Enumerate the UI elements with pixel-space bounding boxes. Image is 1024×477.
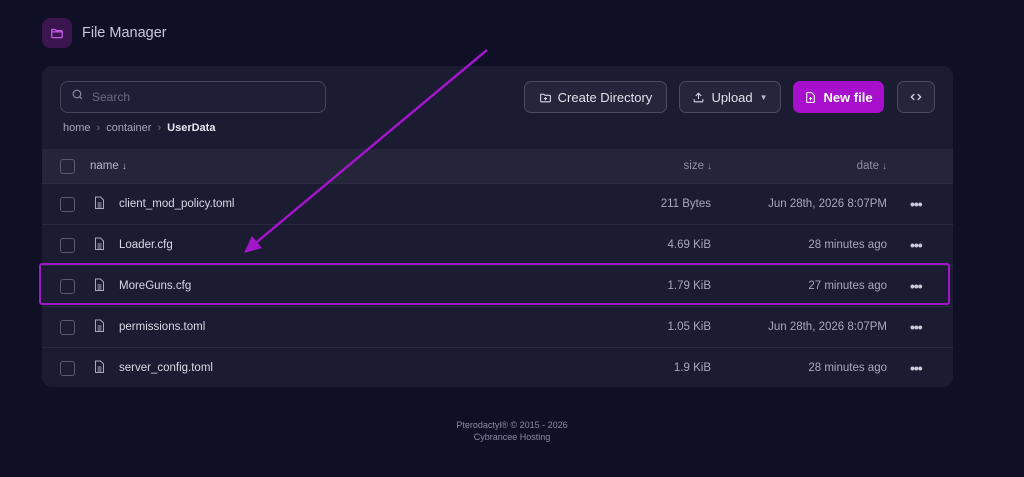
file-icon xyxy=(94,278,105,295)
chevron-down-icon: ▼ xyxy=(759,92,768,102)
file-size: 1.9 KiB xyxy=(673,362,711,374)
footer: Pterodactyl® © 2015 - 2026 Cybrancee Hos… xyxy=(0,419,1024,443)
table-row[interactable]: MoreGuns.cfg 1.79 KiB 27 minutes ago ••• xyxy=(42,265,953,306)
more-options-icon[interactable]: ••• xyxy=(910,278,923,294)
breadcrumb-current: UserData xyxy=(167,122,216,134)
sort-down-icon: ↓ xyxy=(882,161,887,172)
row-checkbox[interactable] xyxy=(60,360,75,376)
create-directory-label: Create Directory xyxy=(557,89,653,105)
table-row[interactable]: client_mod_policy.toml 211 Bytes Jun 28t… xyxy=(42,183,953,224)
code-icon xyxy=(910,93,922,101)
file-date: 27 minutes ago xyxy=(808,280,887,292)
select-all-checkbox[interactable] xyxy=(60,158,75,174)
more-options-icon[interactable]: ••• xyxy=(910,237,923,253)
file-size: 211 Bytes xyxy=(660,198,711,210)
table-row[interactable]: permissions.toml 1.05 KiB Jun 28th, 2026… xyxy=(42,306,953,347)
new-file-button[interactable]: New file xyxy=(793,81,884,113)
chevron-right-icon: › xyxy=(157,122,162,134)
chevron-right-icon: › xyxy=(96,122,101,134)
search-input[interactable] xyxy=(92,90,312,104)
sort-down-icon: ↓ xyxy=(707,161,712,172)
table-row[interactable]: Loader.cfg 4.69 KiB 28 minutes ago ••• xyxy=(42,224,953,265)
upload-button[interactable]: Upload ▼ xyxy=(679,81,781,113)
file-manager-panel: home › container › UserData Create Direc… xyxy=(42,66,953,387)
file-name[interactable]: MoreGuns.cfg xyxy=(119,280,191,292)
file-icon xyxy=(94,360,105,377)
file-name[interactable]: server_config.toml xyxy=(119,362,213,374)
page-title: File Manager xyxy=(82,25,167,41)
column-name[interactable]: name ↓ xyxy=(90,160,127,172)
file-size: 1.05 KiB xyxy=(667,321,711,333)
file-icon xyxy=(94,237,105,254)
folder-plus-icon xyxy=(539,93,551,102)
column-date[interactable]: date ↓ xyxy=(737,160,887,172)
file-date: Jun 28th, 2026 8:07PM xyxy=(768,198,887,210)
column-size[interactable]: size ↓ xyxy=(642,160,712,172)
footer-copyright: Pterodactyl® © 2015 - 2026 xyxy=(456,420,568,430)
table-header: name ↓ size ↓ date ↓ xyxy=(42,149,953,183)
row-checkbox[interactable] xyxy=(60,278,75,294)
row-checkbox[interactable] xyxy=(60,237,75,253)
search-icon xyxy=(71,88,84,106)
table-row[interactable]: server_config.toml 1.9 KiB 28 minutes ag… xyxy=(42,347,953,387)
upload-icon xyxy=(694,91,704,102)
create-directory-button[interactable]: Create Directory xyxy=(524,81,667,113)
row-checkbox[interactable] xyxy=(60,196,75,212)
row-checkbox[interactable] xyxy=(60,319,75,335)
file-icon xyxy=(94,319,105,336)
more-options-icon[interactable]: ••• xyxy=(910,319,923,335)
more-options-icon[interactable]: ••• xyxy=(910,360,923,376)
new-file-label: New file xyxy=(823,89,873,105)
file-name[interactable]: client_mod_policy.toml xyxy=(119,198,234,210)
more-options-icon[interactable]: ••• xyxy=(910,196,923,212)
breadcrumb-home[interactable]: home xyxy=(63,122,91,134)
footer-host: Cybrancee Hosting xyxy=(473,432,551,442)
upload-label: Upload xyxy=(711,89,753,105)
file-size: 4.69 KiB xyxy=(667,239,711,251)
breadcrumb-container[interactable]: container xyxy=(106,122,151,134)
file-date: Jun 28th, 2026 8:07PM xyxy=(768,321,887,333)
sort-down-icon: ↓ xyxy=(121,161,127,172)
file-date: 28 minutes ago xyxy=(808,239,887,251)
file-size: 1.79 KiB xyxy=(667,280,711,292)
app-header: File Manager xyxy=(42,17,167,49)
file-name[interactable]: Loader.cfg xyxy=(119,239,173,251)
file-icon xyxy=(94,196,105,213)
file-plus-icon xyxy=(806,91,816,103)
file-name[interactable]: permissions.toml xyxy=(119,321,205,333)
folder-icon xyxy=(42,18,72,48)
breadcrumb: home › container › UserData xyxy=(63,122,215,134)
code-view-button[interactable] xyxy=(897,81,935,113)
file-date: 28 minutes ago xyxy=(808,362,887,374)
search-box[interactable] xyxy=(60,81,326,113)
